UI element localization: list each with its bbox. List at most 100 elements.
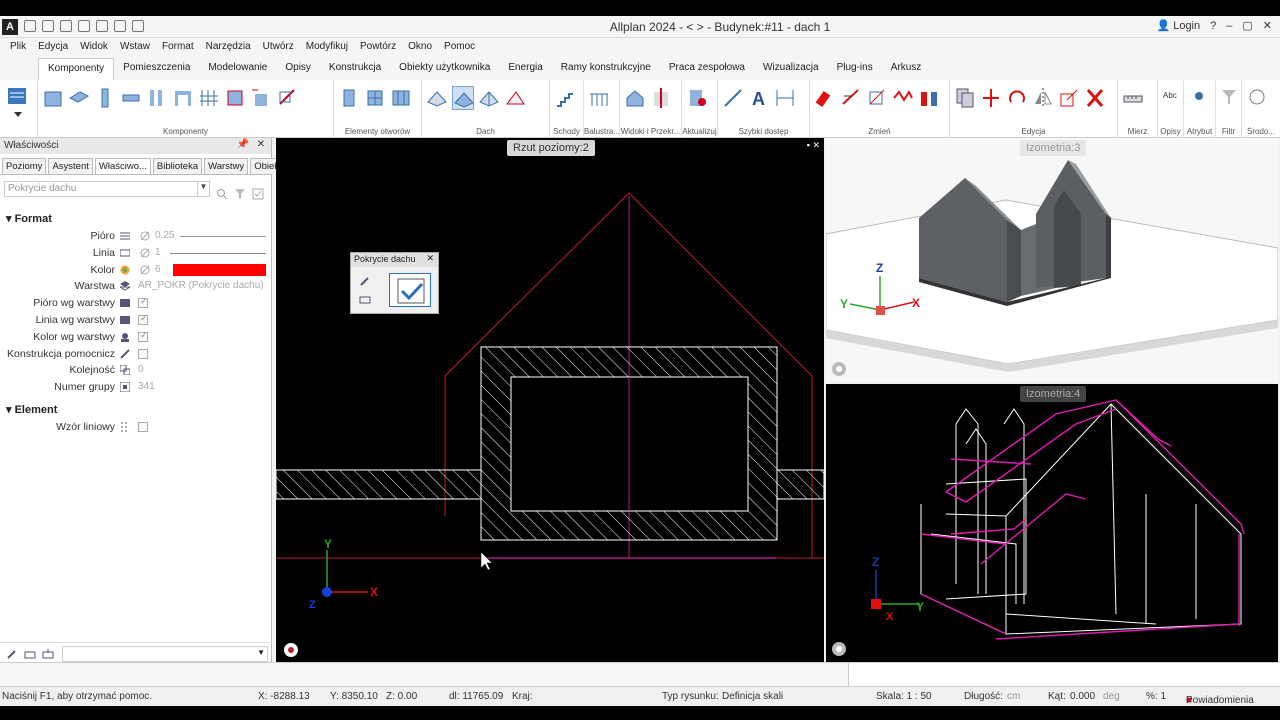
status-angle-unit[interactable]: deg (1103, 691, 1120, 702)
navigation-wheel-icon[interactable] (830, 640, 848, 658)
minimize-button[interactable]: – (1226, 20, 1232, 32)
pick-icon[interactable] (359, 275, 371, 287)
view-section-icon[interactable] (624, 86, 646, 110)
menu-wstaw[interactable]: Wstaw (114, 38, 156, 58)
format-painter-icon[interactable] (252, 188, 264, 200)
transfer-icon[interactable] (24, 648, 36, 660)
navigation-wheel-icon[interactable] (830, 360, 848, 378)
filter-icon[interactable] (1220, 86, 1237, 110)
menu-plik[interactable]: Plik (4, 38, 32, 58)
status-drawing-type-value[interactable]: Definicja skali (722, 691, 783, 702)
pin-icon[interactable]: 📌 (237, 139, 249, 150)
copy-icon[interactable] (954, 86, 976, 110)
tab-arkusz[interactable]: Arkusz (882, 58, 931, 80)
tab-praca-zespolowa[interactable]: Praca zespołowa (660, 58, 754, 80)
pen-by-layer-checkbox[interactable] (138, 296, 148, 309)
mirror-icon[interactable] (1032, 86, 1054, 110)
tab-pomieszczenia[interactable]: Pomieszczenia (114, 58, 199, 80)
tab-warstwy[interactable]: Warstwy (204, 158, 249, 174)
dimension-icon[interactable] (774, 86, 796, 110)
construction-line-checkbox[interactable] (138, 348, 148, 359)
menu-pomoc[interactable]: Pomoc (438, 38, 481, 58)
tab-asystent[interactable]: Asystent (48, 158, 93, 174)
command-line[interactable] (0, 662, 1280, 687)
tab-ramy-konstrukcyjne[interactable]: Ramy konstrukcyjne (552, 58, 660, 80)
line-by-layer-checkbox[interactable] (138, 313, 148, 325)
iso-4-wireframe[interactable]: Z Y X (826, 384, 1278, 662)
layer-link-icon[interactable] (139, 247, 151, 259)
eraser-icon[interactable] (814, 86, 836, 110)
move-icon[interactable] (980, 86, 1002, 110)
roof-covering-icon[interactable] (452, 86, 474, 110)
dialog-input-area[interactable] (848, 663, 1280, 687)
line-icon[interactable] (722, 86, 744, 110)
dormer-icon[interactable] (504, 86, 526, 110)
tab-obiekty-uzytkownika[interactable]: Obiekty użytkownika (390, 58, 499, 80)
viewport-plan[interactable]: Y X Z Rzut poziomy:2 ▪ ✕ (276, 138, 824, 662)
status-length-unit[interactable]: cm (1007, 691, 1020, 702)
close-icon[interactable]: ✕ (257, 139, 265, 150)
modify-component-icon[interactable] (276, 86, 298, 110)
color-by-layer-checkbox[interactable] (138, 330, 148, 342)
break-icon[interactable] (892, 86, 914, 110)
tab-wlasciwosci[interactable]: Właściwo... (94, 158, 151, 174)
trim-icon[interactable] (840, 86, 862, 110)
menu-powtorz[interactable]: Powtórz (354, 38, 402, 58)
color-swatch[interactable] (173, 263, 266, 276)
library-icon[interactable] (4, 84, 34, 120)
iso-3-model[interactable]: Z X Y (826, 138, 1278, 382)
menu-utworz[interactable]: Utwórz (257, 38, 300, 58)
tab-biblioteka[interactable]: Biblioteka (152, 158, 203, 174)
prop-value[interactable]: 6 (155, 264, 161, 275)
menu-edycja[interactable]: Edycja (32, 38, 74, 58)
rotate-icon[interactable] (1006, 86, 1028, 110)
update-icon[interactable] (686, 86, 708, 110)
menu-format[interactable]: Format (156, 38, 200, 58)
tab-opisy[interactable]: Opisy (276, 58, 320, 80)
tab-modelowanie[interactable]: Modelowanie (199, 58, 276, 80)
environment-icon[interactable] (1246, 86, 1268, 110)
layer-link-icon[interactable] (139, 230, 151, 242)
window-multi-icon[interactable] (390, 86, 412, 110)
column-icon[interactable] (94, 86, 116, 110)
delete-icon[interactable] (1084, 86, 1106, 110)
favorites-dropdown[interactable]: ▼ (62, 646, 268, 662)
section-format[interactable]: ▾ Format (0, 209, 271, 228)
transfer-icon[interactable] (359, 293, 371, 305)
modify-icon[interactable] (866, 86, 888, 110)
menu-okno[interactable]: Okno (402, 38, 438, 58)
favorites-icon[interactable] (42, 648, 54, 660)
navigation-wheel-icon[interactable] (282, 641, 300, 659)
plan-drawing[interactable]: Y X Z (276, 138, 824, 662)
help-icon[interactable]: ? (1210, 20, 1216, 32)
prop-value[interactable]: AR_POKR (Pokrycie dachu) (138, 280, 264, 291)
niche-icon[interactable] (250, 86, 272, 110)
lintel-icon[interactable] (172, 86, 194, 110)
slab-icon[interactable] (68, 86, 90, 110)
eyedropper-icon[interactable] (6, 648, 18, 660)
railing-icon[interactable] (588, 86, 610, 110)
line-pattern-checkbox[interactable] (138, 421, 148, 432)
attribute-icon[interactable] (1188, 86, 1210, 110)
tab-energia[interactable]: Energia (499, 58, 551, 80)
status-scale[interactable]: Skala: 1 : 50 (876, 691, 932, 702)
door-icon[interactable] (338, 86, 360, 110)
tab-plug-ins[interactable]: Plug-ins (828, 58, 882, 80)
viewport-isometric-3[interactable]: Z X Y Izometria:3 (826, 138, 1278, 382)
pillar-icon[interactable] (146, 86, 168, 110)
viewport-isometric-4[interactable]: Z Y X Izometria:4 (826, 384, 1278, 662)
scale-icon[interactable] (1058, 86, 1080, 110)
menu-widok[interactable]: Widok (74, 38, 114, 58)
section-cut-icon[interactable] (650, 86, 672, 110)
tab-wizualizacja[interactable]: Wizualizacja (754, 58, 828, 80)
close-icon[interactable]: ✕ (426, 253, 434, 264)
tab-poziomy[interactable]: Poziomy (2, 158, 47, 174)
roof-plane-icon[interactable] (478, 86, 500, 110)
tab-konstrukcja[interactable]: Konstrukcja (320, 58, 390, 80)
window-icon[interactable] (364, 86, 386, 110)
search-icon[interactable] (216, 188, 228, 200)
wall-icon[interactable] (42, 86, 64, 110)
measure-icon[interactable] (1122, 86, 1144, 110)
menu-modyfikuj[interactable]: Modyfikuj (300, 38, 354, 58)
confirm-button[interactable] (389, 273, 431, 307)
